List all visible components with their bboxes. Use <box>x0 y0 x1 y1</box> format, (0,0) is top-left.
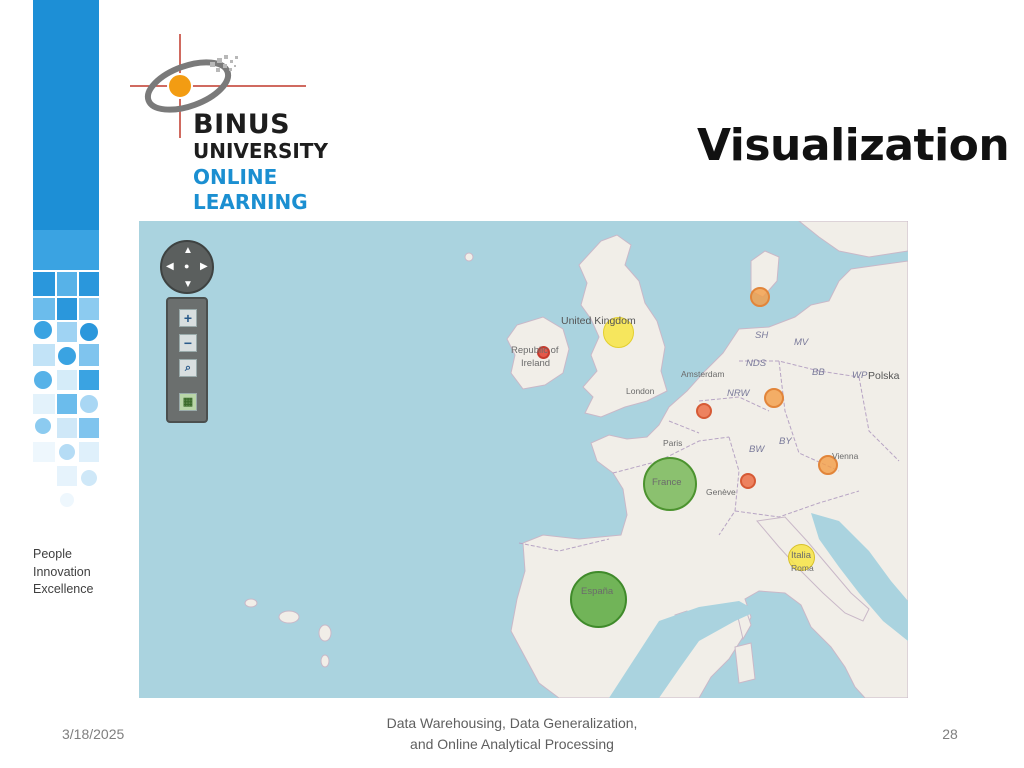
pan-up-icon[interactable]: ▲ <box>183 246 193 256</box>
map-label-wp: WP <box>852 370 868 381</box>
pan-right-icon[interactable]: ▶ <box>200 262 208 272</box>
europe-map[interactable]: United Kingdom Republic of Ireland Londo… <box>139 221 908 698</box>
decorative-side-band <box>33 0 99 520</box>
tagline-innovation: Innovation <box>33 564 91 579</box>
map-label-nds: NDS <box>746 358 767 369</box>
tagline-people: People <box>33 547 72 561</box>
map-label-espana: España <box>581 586 614 597</box>
slide-date: 3/18/2025 <box>62 726 125 742</box>
map-label-geneve: Genève <box>706 487 736 497</box>
zoom-out-icon[interactable]: − <box>179 334 197 352</box>
map-label-france: France <box>652 477 682 488</box>
pan-down-icon[interactable]: ▼ <box>183 280 193 290</box>
logo-university: UNIVERSITY <box>193 139 328 163</box>
binus-logo: BINUS UNIVERSITY ONLINE LEARNING <box>130 28 330 218</box>
bubble-spain[interactable] <box>570 571 627 628</box>
map-label-nrw: NRW <box>727 388 750 399</box>
slide-title: Visualization <box>697 120 1010 171</box>
map-label-vienna: Vienna <box>832 451 859 461</box>
footer-line-1: Data Warehousing, Data Generalization, <box>386 715 638 731</box>
map-label-amsterdam: Amsterdam <box>681 369 725 379</box>
slide-footer: Data Warehousing, Data Generalization, a… <box>312 713 712 755</box>
map-label-ireland-2: Ireland <box>521 358 551 369</box>
logo-learning: LEARNING <box>193 190 308 214</box>
map-label-polska: Polska <box>868 370 900 382</box>
slide-page-number: 28 <box>942 726 958 742</box>
map-label-sh: SH <box>755 330 769 341</box>
bubble-switzerland[interactable] <box>740 473 756 489</box>
bubble-denmark[interactable] <box>750 287 770 307</box>
pan-control[interactable]: ▲ ▼ ◀ ▶ ● <box>160 240 214 294</box>
bubble-germany[interactable] <box>764 388 784 408</box>
map-label-london: London <box>626 386 655 396</box>
map-label-paris: Paris <box>663 438 683 448</box>
layer-switcher-icon[interactable]: ▦ <box>179 393 197 411</box>
tagline-excellence: Excellence <box>33 582 94 596</box>
map-label-ireland-1: Republic of <box>511 345 559 356</box>
map-label-roma: Roma <box>791 563 814 573</box>
map-label-by: BY <box>779 436 792 447</box>
map-label-bw: BW <box>749 444 765 455</box>
bubble-belgium[interactable] <box>696 403 712 419</box>
logo-binus: BINUS <box>193 109 291 140</box>
map-label-bb: BB <box>812 367 825 378</box>
tagline: People Innovation Excellence <box>33 546 93 599</box>
footer-line-2: and Online Analytical Processing <box>410 736 614 752</box>
logo-online: ONLINE <box>193 165 278 189</box>
pan-center-icon[interactable]: ● <box>184 262 189 271</box>
pan-left-icon[interactable]: ◀ <box>166 262 174 272</box>
zoom-box-icon[interactable]: ⌕ <box>179 359 197 377</box>
zoom-in-icon[interactable]: + <box>179 309 197 327</box>
map-base-layer <box>139 221 908 698</box>
map-label-mv: MV <box>794 337 809 348</box>
map-label-uk: United Kingdom <box>561 315 636 327</box>
map-label-italia: Italia <box>791 550 812 561</box>
zoom-control: + − ⌕ ▦ <box>166 297 208 423</box>
